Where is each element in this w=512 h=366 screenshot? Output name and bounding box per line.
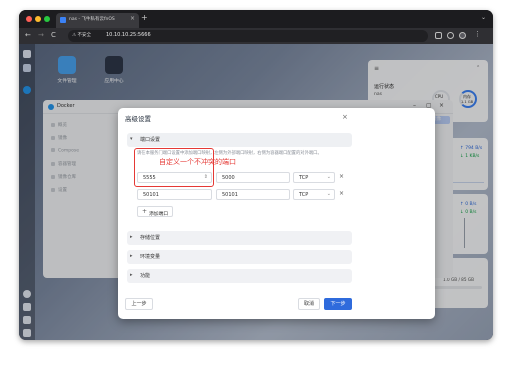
reload-button[interactable]: C: [51, 31, 56, 39]
remove-port-icon[interactable]: ×: [339, 190, 344, 197]
prev-step-button[interactable]: 上一步: [125, 298, 153, 310]
section-storage-header[interactable]: ▸ 存储位置: [127, 231, 352, 245]
more-menu-icon[interactable]: ⋮: [474, 30, 481, 38]
back-button[interactable]: ←: [25, 31, 31, 39]
protocol-value: TCP: [299, 192, 309, 198]
tab-title: nas - 飞牛私有云fnOS: [69, 17, 115, 22]
section-functions-label: 功能: [140, 273, 151, 279]
tab-bar: nas - 飞牛私有云fnOS × + ⌄: [19, 10, 493, 28]
container-port-value: 5000: [222, 175, 235, 181]
chevron-down-icon: ⌄: [326, 174, 331, 180]
screenshot-root: nas - 飞牛私有云fnOS × + ⌄ ← → C ⚠ 不安全 10.10.…: [0, 0, 512, 366]
maximize-window-button[interactable]: [44, 16, 50, 22]
advanced-settings-modal: 高级设置 × ▾ 端口设置 请在本服务门端口设置中添加端口映射，左侧为外部端口映…: [118, 108, 435, 319]
chevron-right-icon: ▸: [130, 272, 133, 278]
modal-title: 高级设置: [125, 115, 151, 123]
tab-sidebar-icon[interactable]: [435, 32, 442, 39]
chevron-down-icon: ⌄: [326, 191, 331, 197]
protocol-value: TCP: [299, 175, 309, 181]
extensions-icon[interactable]: [447, 32, 454, 39]
next-step-button[interactable]: 下一步: [324, 298, 352, 310]
tab-close-icon[interactable]: ×: [130, 15, 135, 22]
protocol-select[interactable]: TCP ⌄: [293, 172, 335, 183]
browser-window: nas - 飞牛私有云fnOS × + ⌄ ← → C ⚠ 不安全 10.10.…: [19, 10, 493, 340]
add-port-button[interactable]: + 添加端口: [137, 206, 173, 217]
section-ports-label: 端口设置: [140, 137, 161, 143]
chevron-down-icon: ▾: [130, 136, 133, 142]
container-port-input[interactable]: 50101: [216, 189, 290, 200]
protocol-select[interactable]: TCP ⌄: [293, 189, 335, 200]
modal-close-icon[interactable]: ×: [342, 113, 348, 121]
security-indicator[interactable]: ⚠ 不安全: [72, 32, 91, 38]
cancel-button[interactable]: 取消: [298, 298, 320, 310]
container-port-value: 50101: [222, 192, 238, 198]
chevron-right-icon: ▸: [130, 234, 133, 240]
annotation-text: 自定义一个不冲突的端口: [159, 158, 236, 166]
close-window-button[interactable]: [26, 16, 32, 22]
add-port-label: 添加端口: [149, 211, 169, 217]
section-functions-header[interactable]: ▸ 功能: [127, 269, 352, 283]
address-bar[interactable]: ⚠ 不安全 10.10.10.25:5666: [68, 30, 428, 42]
browser-tab[interactable]: nas - 飞牛私有云fnOS ×: [56, 13, 139, 28]
section-env-label: 环境变量: [140, 254, 161, 260]
new-tab-button[interactable]: +: [141, 13, 148, 22]
minimize-window-button[interactable]: [35, 16, 41, 22]
host-port-value: 50101: [143, 192, 159, 198]
chevron-right-icon: ▸: [130, 253, 133, 259]
tab-search-icon[interactable]: ⌄: [481, 14, 486, 21]
plus-icon: +: [142, 208, 148, 215]
container-port-input[interactable]: 5000: [216, 172, 290, 183]
url-text: 10.10.10.25:5666: [106, 32, 151, 38]
section-ports-header[interactable]: ▾ 端口设置: [127, 133, 352, 147]
profile-avatar[interactable]: [459, 32, 466, 39]
section-storage-label: 存储位置: [140, 235, 161, 241]
host-port-input[interactable]: 50101: [137, 189, 212, 200]
address-toolbar: ← → C ⚠ 不安全 10.10.10.25:5666 ⋮: [19, 28, 493, 44]
section-env-header[interactable]: ▸ 环境变量: [127, 250, 352, 264]
site-favicon-icon: [60, 17, 66, 23]
annotation-highlight-box: [134, 148, 214, 187]
forward-button[interactable]: →: [38, 31, 44, 39]
remove-port-icon[interactable]: ×: [339, 173, 344, 180]
security-label: 不安全: [77, 33, 91, 38]
